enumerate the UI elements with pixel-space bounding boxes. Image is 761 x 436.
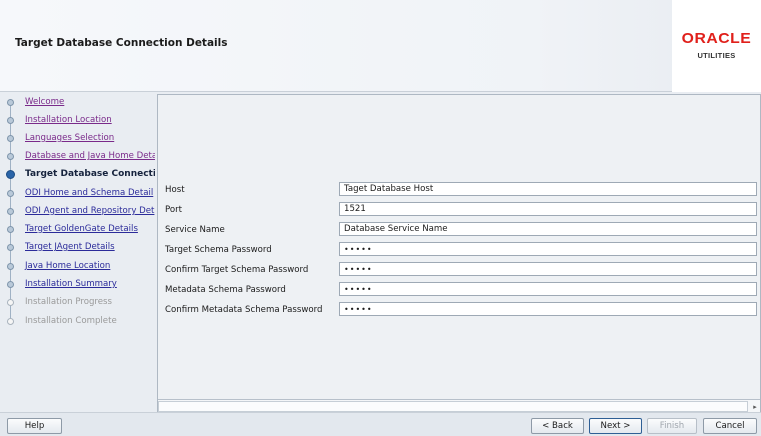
horizontal-scrollbar[interactable]: ▸ <box>158 399 760 413</box>
confirm-metadata-schema-password-row: Confirm Metadata Schema Password ••••• <box>158 302 758 318</box>
step-done-icon <box>7 153 14 160</box>
nav-step-label: Installation Summary <box>25 279 117 289</box>
host-label: Host <box>165 185 185 195</box>
nav-step-target-goldengate[interactable]: Target GoldenGate Details <box>0 221 155 237</box>
nav-step-label: ODI Home and Schema Detail <box>25 188 154 198</box>
step-todo-icon <box>7 190 14 197</box>
nav-step-label: Target JAgent Details <box>25 242 115 252</box>
service-name-input[interactable]: Database Service Name <box>339 222 757 236</box>
nav-step-odi-agent-repository[interactable]: ODI Agent and Repository Det <box>0 203 155 219</box>
nav-step-label: Java Home Location <box>25 261 111 271</box>
confirm-target-schema-password-row: Confirm Target Schema Password ••••• <box>158 262 758 278</box>
wizard-footer: Help < Back Next > Finish Cancel <box>0 412 761 436</box>
target-schema-password-input[interactable]: ••••• <box>339 242 757 256</box>
nav-step-label: Target GoldenGate Details <box>25 224 138 234</box>
step-todo-icon <box>7 281 14 288</box>
service-name-label: Service Name <box>165 225 225 235</box>
cancel-button[interactable]: Cancel <box>703 418 757 434</box>
nav-step-label: Installation Location <box>25 115 112 125</box>
nav-step-welcome[interactable]: Welcome <box>0 94 155 110</box>
nav-step-label: Welcome <box>25 97 65 107</box>
nav-step-installation-progress: Installation Progress <box>0 294 155 310</box>
form-area: Host Taget Database Host Port 1521 Servi… <box>158 95 760 399</box>
step-todo-icon <box>7 244 14 251</box>
nav-step-target-jagent[interactable]: Target JAgent Details <box>0 239 155 255</box>
port-row: Port 1521 <box>158 202 758 218</box>
nav-step-database-java-home[interactable]: Database and Java Home Deta <box>0 148 155 164</box>
step-done-icon <box>7 117 14 124</box>
target-schema-password-label: Target Schema Password <box>165 245 272 255</box>
oracle-utilities-logo: ORACLE UTILITIES <box>672 0 761 92</box>
wizard-steps-nav: Welcome Installation Location Languages … <box>0 92 155 412</box>
nav-step-java-home-location[interactable]: Java Home Location <box>0 258 155 274</box>
next-button[interactable]: Next > <box>589 418 642 434</box>
step-disabled-icon <box>7 318 14 325</box>
nav-step-label: Database and Java Home Deta <box>25 151 155 161</box>
nav-step-label: Target Database Connecti <box>25 169 155 179</box>
nav-step-target-database-connection[interactable]: Target Database Connecti <box>0 166 155 182</box>
logo-utilities-text: UTILITIES <box>697 51 736 60</box>
metadata-schema-password-label: Metadata Schema Password <box>165 285 286 295</box>
metadata-schema-password-row: Metadata Schema Password ••••• <box>158 282 758 298</box>
metadata-schema-password-input[interactable]: ••••• <box>339 282 757 296</box>
service-name-row: Service Name Database Service Name <box>158 222 758 238</box>
confirm-target-schema-password-input[interactable]: ••••• <box>339 262 757 276</box>
host-input[interactable]: Taget Database Host <box>339 182 757 196</box>
nav-step-installation-complete: Installation Complete <box>0 313 155 329</box>
confirm-metadata-schema-password-label: Confirm Metadata Schema Password <box>165 305 323 315</box>
confirm-metadata-schema-password-input[interactable]: ••••• <box>339 302 757 316</box>
logo-oracle-text: ORACLE <box>681 30 752 47</box>
nav-step-installation-summary[interactable]: Installation Summary <box>0 276 155 292</box>
help-button[interactable]: Help <box>7 418 62 434</box>
nav-step-label: ODI Agent and Repository Det <box>25 206 155 216</box>
scroll-right-arrow-icon[interactable]: ▸ <box>750 402 760 412</box>
confirm-target-schema-password-label: Confirm Target Schema Password <box>165 265 309 275</box>
step-disabled-icon <box>7 299 14 306</box>
step-todo-icon <box>7 226 14 233</box>
finish-button: Finish <box>647 418 697 434</box>
step-done-icon <box>7 135 14 142</box>
wizard-header: Target Database Connection Details ORACL… <box>0 0 761 92</box>
nav-step-label: Languages Selection <box>25 133 115 143</box>
scrollbar-thumb[interactable] <box>158 401 748 412</box>
nav-step-label: Installation Progress <box>25 297 113 307</box>
back-button[interactable]: < Back <box>531 418 584 434</box>
nav-step-languages-selection[interactable]: Languages Selection <box>0 130 155 146</box>
step-current-icon <box>6 170 15 179</box>
connection-details-panel: Host Taget Database Host Port 1521 Servi… <box>157 94 761 414</box>
nav-step-installation-location[interactable]: Installation Location <box>0 112 155 128</box>
nav-step-odi-home-schema[interactable]: ODI Home and Schema Detail <box>0 185 155 201</box>
port-label: Port <box>165 205 183 215</box>
step-todo-icon <box>7 208 14 215</box>
step-todo-icon <box>7 263 14 270</box>
step-done-icon <box>7 99 14 106</box>
port-input[interactable]: 1521 <box>339 202 757 216</box>
host-row: Host Taget Database Host <box>158 182 758 198</box>
nav-step-label: Installation Complete <box>25 316 117 326</box>
page-title: Target Database Connection Details <box>15 37 228 49</box>
target-schema-password-row: Target Schema Password ••••• <box>158 242 758 258</box>
